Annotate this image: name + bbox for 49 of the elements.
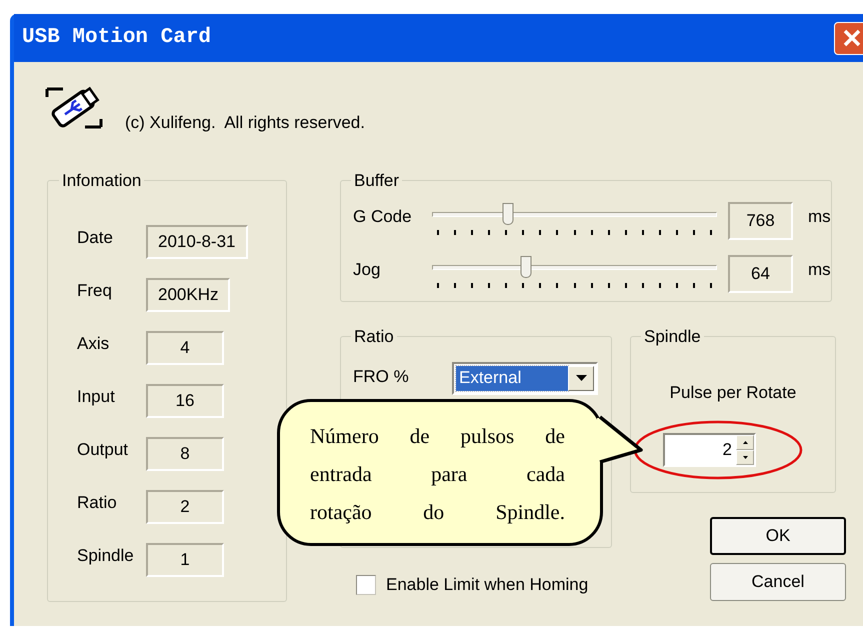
- value-field: 200KHz: [146, 278, 230, 312]
- dropdown-value: External: [456, 366, 568, 390]
- field-label: Date: [77, 226, 114, 248]
- value-field: 16: [146, 384, 224, 418]
- slider-track[interactable]: [432, 254, 717, 278]
- field-label: Spindle: [77, 544, 135, 566]
- unit-label: ms: [808, 258, 831, 280]
- fro-dropdown[interactable]: External: [452, 362, 598, 394]
- checkbox-label: Enable Limit when Homing: [386, 574, 588, 596]
- field-label: Ratio: [77, 492, 118, 514]
- unit-label: ms: [808, 206, 831, 228]
- group-title: Spindle: [643, 326, 702, 348]
- spin-up-button[interactable]: [736, 435, 754, 450]
- value-field: 2: [146, 490, 224, 524]
- slider-label: G Code: [353, 206, 413, 228]
- value-field: 64: [728, 254, 793, 292]
- window-title: USB Motion Card: [22, 25, 212, 52]
- group-title: Infomation: [61, 170, 142, 192]
- field-label: Pulse per Rotate: [670, 382, 796, 404]
- slider-thumb[interactable]: [520, 256, 532, 278]
- field-label: Freq: [77, 280, 113, 302]
- usb-drive-icon: [45, 85, 103, 131]
- up-arrow-icon: [742, 441, 748, 444]
- spin-down-button[interactable]: [736, 450, 754, 465]
- group-title: Buffer: [353, 170, 400, 192]
- dialog-button[interactable]: Cancel: [710, 563, 846, 601]
- field-label: Output: [77, 438, 130, 460]
- value-field: 2010-8-31: [146, 224, 248, 258]
- slider-thumb[interactable]: [502, 202, 514, 224]
- value-field: 768: [728, 202, 793, 240]
- value-field: 1: [146, 542, 224, 576]
- value-field: 8: [146, 436, 224, 470]
- caret-icon: [576, 375, 586, 381]
- dropdown-arrow-button[interactable]: [568, 366, 594, 390]
- slider-track[interactable]: [432, 202, 717, 224]
- field-label: Input: [77, 386, 116, 408]
- checkbox[interactable]: [356, 574, 376, 595]
- copyright-text: (c) Xulifeng. All rights reserved.: [125, 112, 365, 134]
- close-button[interactable]: [834, 22, 863, 54]
- down-arrow-icon: [742, 456, 748, 459]
- dialog-button[interactable]: OK: [710, 517, 846, 555]
- field-label: FRO %: [353, 366, 410, 388]
- field-label: Axis: [77, 332, 110, 354]
- group-title: Ratio: [353, 326, 395, 348]
- slider-label: Jog: [353, 258, 382, 280]
- spin-box[interactable]: 2: [663, 433, 756, 467]
- value-field: 4: [146, 330, 224, 364]
- callout-text: Número de pulsos de entrada para cada rotação do Spindle.: [310, 423, 565, 526]
- close-icon: [842, 28, 862, 48]
